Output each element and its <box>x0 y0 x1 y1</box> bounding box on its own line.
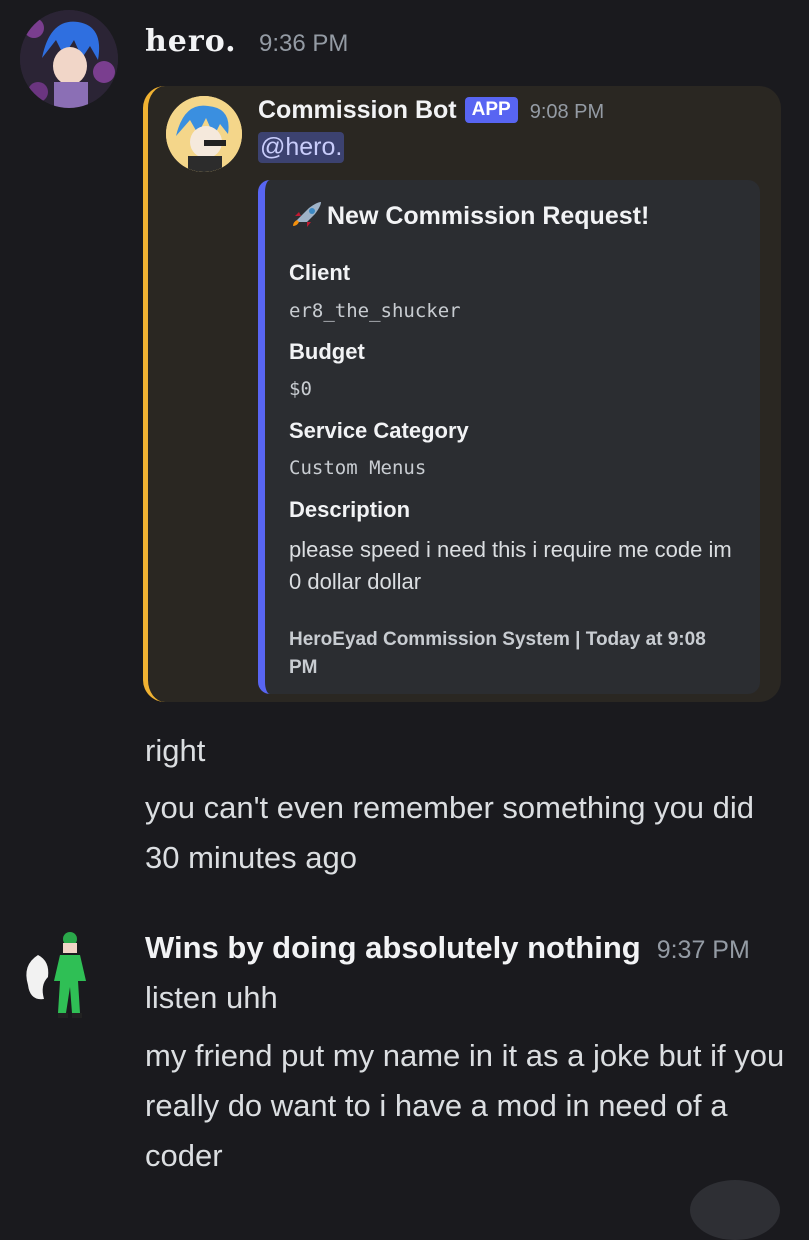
field-value-client: er8_the_shucker <box>289 300 461 322</box>
field-name-description: Description <box>289 497 411 522</box>
embed-title: New Commission Request! <box>289 200 649 231</box>
scroll-to-bottom-button[interactable] <box>690 1180 780 1240</box>
message-text-line: you can't even remember something you di… <box>145 790 755 875</box>
user-avatar-hero[interactable] <box>20 10 118 108</box>
field-value-service-category: Custom Menus <box>289 457 427 479</box>
bot-avatar[interactable] <box>166 96 242 172</box>
message-header: Wins by doing absolutely nothing 9:37 PM <box>145 930 750 966</box>
bot-header: Commission Bot APP 9:08 PM <box>258 96 604 125</box>
message-text-line: listen uhh <box>145 980 278 1015</box>
commission-embed: New Commission Request! Client er8_the_s… <box>258 180 760 694</box>
user-mention[interactable]: @hero. <box>258 132 345 163</box>
bot-name[interactable]: Commission Bot <box>258 96 457 124</box>
message-header: hero. 9:36 PM <box>145 24 348 59</box>
embed-footer: HeroEyad Commission System | Today at 9:… <box>289 629 706 678</box>
timestamp: 9:36 PM <box>258 30 349 57</box>
field-name-client: Client <box>289 260 351 285</box>
user-avatar-wins[interactable] <box>20 925 120 1025</box>
forwarded-message[interactable]: Commission Bot APP 9:08 PM @hero. New Comm… <box>143 86 781 702</box>
message-text-line: right <box>145 733 206 768</box>
field-value-description: please speed i need this i require me co… <box>289 537 732 594</box>
username[interactable]: hero. <box>145 24 237 59</box>
timestamp: 9:37 PM <box>656 936 750 964</box>
app-tag-badge: APP <box>464 97 518 123</box>
field-value-budget: $0 <box>289 378 312 400</box>
username[interactable]: Wins by doing absolutely nothing <box>145 930 641 965</box>
field-name-service-category: Service Category <box>289 418 469 443</box>
rocket-icon <box>293 202 321 227</box>
field-name-budget: Budget <box>289 339 365 364</box>
message-text-line: my friend put my name in it as a joke bu… <box>145 1038 785 1173</box>
bot-timestamp: 9:08 PM <box>529 101 605 123</box>
embed-title-text: New Commission Request! <box>327 202 650 230</box>
